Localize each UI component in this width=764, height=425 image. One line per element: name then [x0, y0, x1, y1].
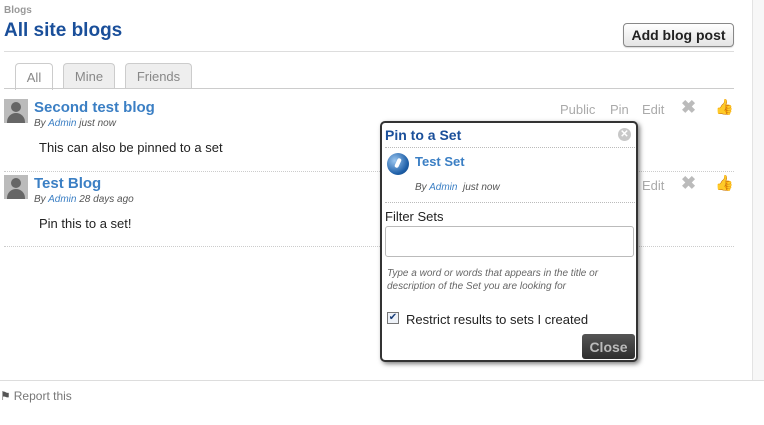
delete-icon[interactable]: ✖: [681, 97, 696, 118]
breadcrumb[interactable]: Blogs: [4, 5, 32, 16]
dialog-divider: [385, 202, 635, 203]
footer-divider: [0, 380, 764, 381]
filter-sets-label: Filter Sets: [385, 209, 444, 224]
close-button[interactable]: Close: [582, 334, 635, 359]
tab-mine[interactable]: Mine: [63, 63, 115, 89]
delete-icon[interactable]: ✖: [681, 173, 696, 194]
meta-by: By: [34, 194, 46, 205]
blog-post-excerpt: Pin this to a set!: [39, 216, 132, 231]
restrict-checkbox[interactable]: ✔: [387, 312, 399, 324]
report-flag-icon: ⚑: [0, 389, 11, 403]
like-thumb-icon[interactable]: 👍: [715, 174, 734, 192]
pin-link[interactable]: Pin: [610, 102, 629, 117]
set-globe-icon: [387, 153, 409, 175]
blog-post-meta: By Admin just now: [34, 118, 116, 129]
add-blog-post-button[interactable]: Add blog post: [623, 23, 734, 47]
blog-post-title[interactable]: Test Blog: [34, 175, 101, 192]
filter-hint: Type a word or words that appears in the…: [387, 268, 599, 292]
set-meta-time: just now: [463, 182, 500, 193]
blog-post-meta: By Admin 28 days ago: [34, 194, 134, 205]
set-meta-by: By: [415, 182, 427, 193]
blog-post-title[interactable]: Second test blog: [34, 99, 155, 116]
avatar[interactable]: [4, 99, 28, 123]
dialog-title: Pin to a Set: [385, 127, 462, 143]
restrict-label[interactable]: Restrict results to sets I created: [406, 312, 588, 327]
report-label: Report this: [13, 389, 72, 403]
edit-link[interactable]: Edit: [642, 178, 664, 193]
set-author-link[interactable]: Admin: [429, 182, 457, 193]
set-name-link[interactable]: Test Set: [415, 154, 465, 169]
tab-friends[interactable]: Friends: [125, 63, 192, 89]
close-icon[interactable]: ✕: [618, 128, 631, 141]
meta-time: 28 days ago: [79, 194, 134, 205]
header-divider: [4, 51, 734, 52]
like-thumb-icon[interactable]: 👍: [715, 98, 734, 116]
author-link[interactable]: Admin: [48, 194, 76, 205]
page-title: All site blogs: [4, 20, 123, 41]
page-right-border: [752, 0, 764, 380]
dialog-divider: [385, 147, 635, 148]
avatar[interactable]: [4, 175, 28, 199]
blog-post-excerpt: This can also be pinned to a set: [39, 140, 223, 155]
meta-time: just now: [79, 118, 116, 129]
pin-to-set-dialog: Pin to a Set ✕ Test Set By Admin just no…: [380, 121, 638, 362]
author-link[interactable]: Admin: [48, 118, 76, 129]
tabs-divider: [4, 88, 734, 89]
meta-by: By: [34, 118, 46, 129]
edit-link[interactable]: Edit: [642, 102, 664, 117]
report-link[interactable]: ⚑ Report this: [0, 389, 72, 403]
set-meta: By Admin just now: [415, 182, 500, 193]
public-link[interactable]: Public: [560, 102, 595, 117]
tab-all[interactable]: All: [15, 63, 53, 90]
filter-sets-input[interactable]: [385, 226, 634, 257]
